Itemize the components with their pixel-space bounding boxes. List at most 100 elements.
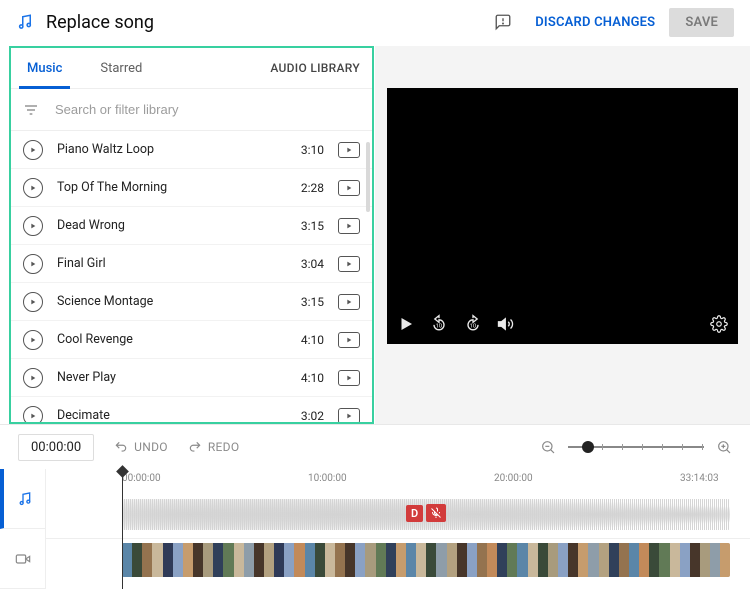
youtube-icon[interactable] xyxy=(338,408,360,423)
tab-starred[interactable]: Starred xyxy=(96,48,146,88)
timeline-ruler[interactable]: 00:00:00 10:00:00 20:00:00 33:14:03 xyxy=(46,469,750,491)
svg-text:10: 10 xyxy=(436,323,443,329)
video-thumbnail xyxy=(183,543,193,577)
track-duration: 3:15 xyxy=(301,295,324,309)
tracks-container[interactable]: 00:00:00 10:00:00 20:00:00 33:14:03 D xyxy=(46,469,750,589)
play-icon[interactable] xyxy=(23,406,43,423)
video-thumbnail xyxy=(264,543,274,577)
youtube-icon[interactable] xyxy=(338,332,360,348)
video-thumbnail xyxy=(690,543,700,577)
library-tabs: Music Starred AUDIO LIBRARY xyxy=(11,48,372,89)
video-thumbnail xyxy=(122,543,132,577)
track-duration: 3:15 xyxy=(301,219,324,233)
play-icon[interactable] xyxy=(23,178,43,198)
rewind-10-icon[interactable]: 10 xyxy=(429,314,449,334)
youtube-icon[interactable] xyxy=(338,180,360,196)
track-row[interactable]: Cool Revenge4:10 xyxy=(11,321,372,359)
track-duration: 3:04 xyxy=(301,257,324,271)
zoom-in-button[interactable] xyxy=(716,439,732,455)
video-thumbnail xyxy=(477,543,487,577)
youtube-icon[interactable] xyxy=(338,370,360,386)
video-thumbnail xyxy=(234,543,244,577)
video-thumbnail xyxy=(325,543,335,577)
play-icon[interactable] xyxy=(23,330,43,350)
discard-changes-button[interactable]: DISCARD CHANGES xyxy=(535,15,655,30)
zoom-out-button[interactable] xyxy=(540,439,556,455)
video-thumbnail xyxy=(659,543,669,577)
track-title: Piano Waltz Loop xyxy=(57,142,301,157)
track-row[interactable]: Dead Wrong3:15 xyxy=(11,207,372,245)
track-duration: 2:28 xyxy=(301,181,324,195)
track-list[interactable]: Piano Waltz Loop3:10Top Of The Morning2:… xyxy=(11,131,372,422)
video-thumbnail xyxy=(223,543,233,577)
track-row[interactable]: Science Montage3:15 xyxy=(11,283,372,321)
youtube-icon[interactable] xyxy=(338,256,360,272)
youtube-icon[interactable] xyxy=(338,218,360,234)
audio-track[interactable]: D xyxy=(46,491,750,539)
video-thumbstrip[interactable] xyxy=(122,543,730,577)
scrollbar-thumb[interactable] xyxy=(366,142,370,212)
playhead[interactable] xyxy=(122,469,123,589)
play-icon[interactable] xyxy=(23,140,43,160)
video-thumbnail xyxy=(558,543,568,577)
video-thumbnail xyxy=(467,543,477,577)
play-icon[interactable] xyxy=(23,254,43,274)
volume-icon[interactable] xyxy=(497,315,515,333)
library-search-row xyxy=(11,89,372,131)
video-thumbnail xyxy=(376,543,386,577)
timeline-toolbar: 00:00:00 UNDO REDO xyxy=(0,425,750,469)
track-title: Dead Wrong xyxy=(57,218,301,233)
tab-music[interactable]: Music xyxy=(23,48,66,88)
zoom-slider-knob[interactable] xyxy=(582,441,594,453)
filter-icon[interactable] xyxy=(23,102,43,118)
play-icon[interactable] xyxy=(23,368,43,388)
video-track[interactable] xyxy=(46,539,750,581)
youtube-icon[interactable] xyxy=(338,142,360,158)
video-thumbnail xyxy=(335,543,345,577)
video-thumbnail xyxy=(213,543,223,577)
play-icon[interactable] xyxy=(23,292,43,312)
forward-10-icon[interactable]: 10 xyxy=(463,314,483,334)
track-title: Decimate xyxy=(57,408,301,422)
demonetized-marker[interactable]: D xyxy=(406,503,446,523)
timeline-body: 00:00:00 10:00:00 20:00:00 33:14:03 D xyxy=(0,469,750,589)
video-thumbnail xyxy=(355,543,365,577)
track-row[interactable]: Piano Waltz Loop3:10 xyxy=(11,131,372,169)
video-thumbnail xyxy=(588,543,598,577)
video-thumbnail xyxy=(670,543,680,577)
redo-button[interactable]: REDO xyxy=(188,440,240,454)
track-row[interactable]: Top Of The Morning2:28 xyxy=(11,169,372,207)
ruler-mark: 10:00:00 xyxy=(308,473,347,484)
video-thumbnail xyxy=(609,543,619,577)
track-title: Never Play xyxy=(57,370,301,385)
youtube-icon[interactable] xyxy=(338,294,360,310)
play-icon[interactable] xyxy=(23,216,43,236)
video-thumbnail xyxy=(447,543,457,577)
audio-track-button[interactable] xyxy=(0,469,45,529)
video-thumbnail xyxy=(528,543,538,577)
undo-button[interactable]: UNDO xyxy=(114,440,168,454)
audio-library-link[interactable]: AUDIO LIBRARY xyxy=(270,61,360,75)
timecode-input[interactable]: 00:00:00 xyxy=(18,434,94,461)
video-thumbnail xyxy=(152,543,162,577)
video-track-button[interactable] xyxy=(0,529,45,589)
video-thumbnail xyxy=(345,543,355,577)
video-thumbnail xyxy=(254,543,264,577)
search-input[interactable] xyxy=(55,102,360,117)
track-row[interactable]: Final Girl3:04 xyxy=(11,245,372,283)
track-duration: 4:10 xyxy=(301,333,324,347)
video-thumbnail xyxy=(649,543,659,577)
save-button[interactable]: SAVE xyxy=(669,8,734,37)
track-row[interactable]: Never Play4:10 xyxy=(11,359,372,397)
track-row[interactable]: Decimate3:02 xyxy=(11,397,372,422)
settings-gear-icon[interactable] xyxy=(710,315,728,333)
video-thumbnail xyxy=(193,543,203,577)
video-thumbnail xyxy=(487,543,497,577)
video-player[interactable]: 10 10 xyxy=(387,88,738,344)
video-thumbnail xyxy=(396,543,406,577)
feedback-icon[interactable] xyxy=(489,8,517,36)
play-icon[interactable] xyxy=(397,315,415,333)
video-thumbnail xyxy=(436,543,446,577)
zoom-slider[interactable] xyxy=(568,446,704,448)
redo-label: REDO xyxy=(208,440,240,454)
